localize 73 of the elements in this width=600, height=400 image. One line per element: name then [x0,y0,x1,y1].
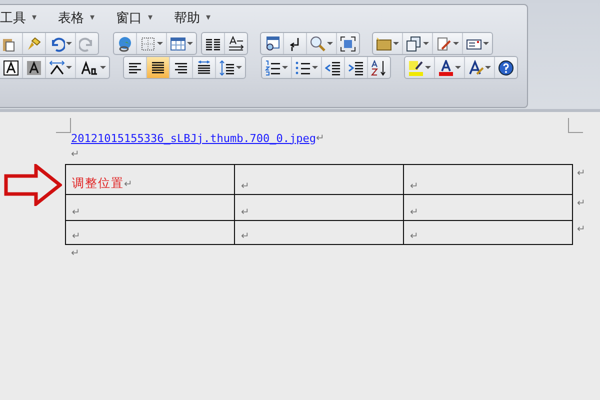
file-link[interactable]: 20121015155336_sLBJj.thumb.700_0.jpeg [71,132,316,144]
boxed-letter-icon [3,60,19,76]
caret-icon [312,66,318,70]
caret-icon [327,42,333,46]
borders-icon [140,36,156,52]
globe-link-icon [117,36,133,52]
caret-icon [393,42,399,46]
undo-icon [49,36,65,52]
magnifier-icon [310,36,326,52]
paragraph-mark: ↵ [410,181,418,192]
paragraph-mark: ↵ [241,181,250,192]
justify-icon [150,60,166,76]
margin-corner-mark [568,118,583,133]
row-end-mark: ↵ [576,167,586,181]
menu-item[interactable]: 表格 ▾ [58,9,116,27]
caret-icon [423,42,429,46]
text-direction-icon [228,36,244,52]
folder-icon [376,36,392,52]
row-end-mark: ↵ [576,223,586,237]
menu-item[interactable]: 窗口 ▾ [116,9,174,27]
menu-item[interactable]: 工具 ▾ [0,9,58,27]
pencil-page-icon [436,36,452,52]
caret-icon [483,42,489,46]
row-end-mark: ↵ [576,197,586,211]
paragraph-mark: ↵ [72,207,80,218]
shaded-letter-icon [26,60,42,76]
help-icon [498,60,514,76]
paragraph-mark: ↵ [316,132,324,144]
paragraph-mark: ↵ [241,207,250,218]
cell-text: 调整位置 [72,176,124,190]
letter-case-icon [79,60,99,76]
letter-spacing-icon [49,60,65,76]
paragraph-mark: ↵ [410,207,418,218]
redo-icon [79,36,95,52]
sort-icon [371,60,387,76]
caret-icon [455,66,461,70]
styled-letter-icon [468,60,484,76]
numbered-list-icon [265,60,281,76]
paragraph-mark: ↵ [72,231,80,242]
font-color-icon [438,60,454,76]
alignment-button[interactable] [147,57,170,78]
paragraph-mark: ↵ [124,179,132,190]
decrease-indent-button[interactable] [322,57,345,78]
bullet-list-icon [295,60,311,76]
paste-button[interactable] [0,33,23,54]
brush-icon [26,36,42,52]
caret-icon [100,66,106,70]
table-icon [170,36,186,52]
caret-icon [66,42,72,46]
line-spacing-icon [219,60,235,76]
distribute-icon [196,60,212,76]
paragraph-mark: ↵ [241,231,250,242]
paragraph-mark: ↵ [71,148,80,160]
caret-icon [187,42,193,46]
margin-corner-mark [56,118,71,133]
caret-icon [236,66,242,70]
caret-icon [282,66,288,70]
caret-icon [425,66,431,70]
caret-icon [157,42,163,46]
highlighter-icon [408,60,424,76]
menu-item[interactable]: 帮助 ▾ [174,9,232,27]
paragraph-mark: ↵ [410,231,418,242]
numbering-button[interactable] [262,57,292,78]
caret-icon [453,42,459,46]
fullscreen-icon [340,36,356,52]
paragraph-mark: ↵ [71,248,80,258]
indent-icon [348,60,364,76]
documents-icon [406,36,422,52]
right-arrow-icon [4,164,62,206]
caret-icon [485,66,491,70]
caret-icon [66,66,72,70]
outdent-icon [325,60,341,76]
preview-icon [264,36,280,52]
